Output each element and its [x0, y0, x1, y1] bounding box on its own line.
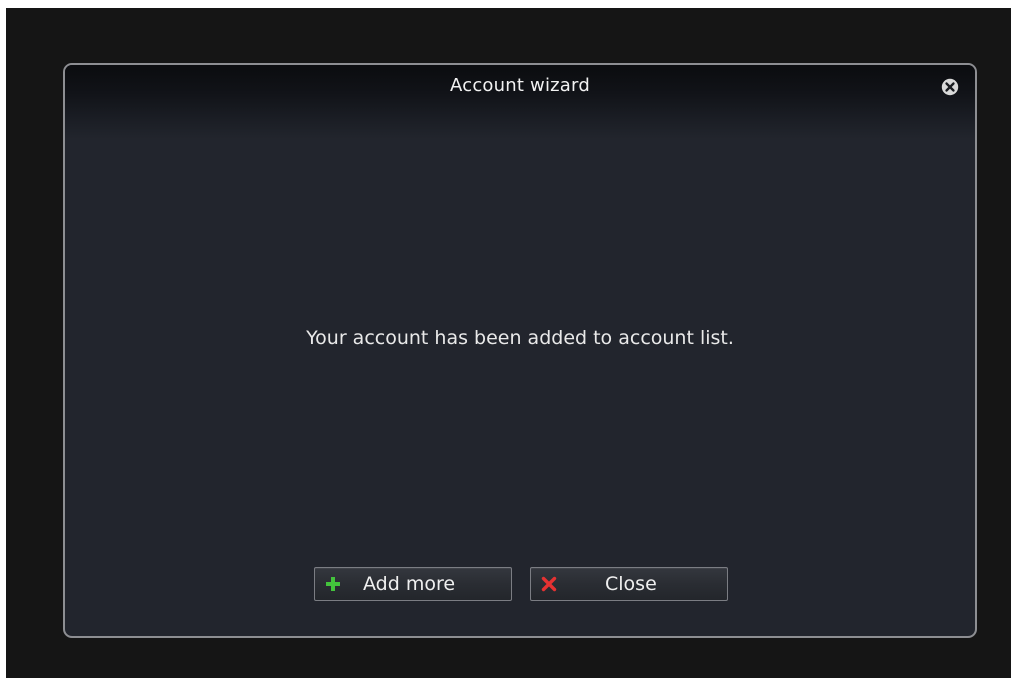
account-wizard-dialog: Account wizard Your account has been add…: [63, 63, 977, 638]
title-bar: Account wizard: [65, 65, 975, 139]
plus-icon: [325, 576, 341, 592]
close-label: Close: [605, 573, 657, 595]
add-more-label: Add more: [363, 573, 456, 595]
add-more-button[interactable]: Add more: [314, 567, 512, 601]
x-icon: [541, 576, 557, 592]
close-button[interactable]: Close: [530, 567, 728, 601]
status-message: Your account has been added to account l…: [306, 327, 734, 349]
backdrop: Account wizard Your account has been add…: [6, 8, 1011, 678]
dialog-title: Account wizard: [450, 75, 590, 96]
close-circle-icon[interactable]: [941, 78, 959, 96]
